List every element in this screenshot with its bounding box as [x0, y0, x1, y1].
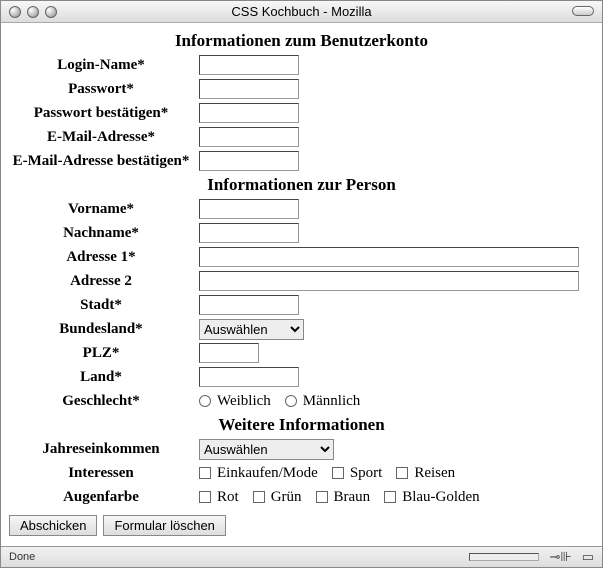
password-input[interactable]: [199, 79, 299, 99]
section-person: Informationen zur Person: [9, 175, 594, 195]
income-select[interactable]: Auswählen: [199, 439, 334, 460]
eye-red-checkbox[interactable]: [199, 491, 211, 503]
label-country: Land*: [9, 369, 199, 386]
status-bar: Done ⊸⊪ ▭: [1, 547, 602, 567]
section-other: Weitere Informationen: [9, 415, 594, 435]
label-eyecolor: Augenfarbe: [9, 489, 199, 506]
status-text: Done: [9, 551, 35, 563]
interest-shopping-label: Einkaufen/Mode: [217, 465, 318, 482]
gender-male-radio[interactable]: [285, 395, 297, 407]
label-password: Passwort*: [9, 81, 199, 98]
interest-sport-label: Sport: [350, 465, 383, 482]
interest-shopping-checkbox[interactable]: [199, 467, 211, 479]
window-title: CSS Kochbuch - Mozilla: [1, 4, 602, 19]
minimize-icon[interactable]: [27, 6, 39, 18]
label-income: Jahreseinkommen: [9, 441, 199, 458]
toolbar-toggle-icon[interactable]: [572, 6, 594, 16]
label-email: E-Mail-Adresse*: [9, 129, 199, 146]
window-controls: [1, 6, 57, 18]
city-input[interactable]: [199, 295, 299, 315]
eye-green-label: Grün: [271, 489, 302, 506]
section-account: Informationen zum Benutzerkonto: [9, 31, 594, 51]
eye-brown-checkbox[interactable]: [316, 491, 328, 503]
reset-button[interactable]: Formular löschen: [103, 515, 225, 536]
offline-icon[interactable]: ▭: [582, 549, 594, 565]
eye-blue-label: Blau-Golden: [402, 489, 479, 506]
login-input[interactable]: [199, 55, 299, 75]
label-firstname: Vorname*: [9, 201, 199, 218]
gender-female-label: Weiblich: [217, 393, 271, 410]
button-bar: Abschicken Formular löschen: [9, 515, 594, 536]
label-gender: Geschlecht*: [9, 393, 199, 410]
interest-sport-checkbox[interactable]: [332, 467, 344, 479]
label-city: Stadt*: [9, 297, 199, 314]
close-icon[interactable]: [9, 6, 21, 18]
label-password-confirm: Passwort bestätigen*: [9, 105, 199, 122]
label-interests: Interessen: [9, 465, 199, 482]
email-confirm-input[interactable]: [199, 151, 299, 171]
label-address1: Adresse 1*: [9, 249, 199, 266]
label-email-confirm: E-Mail-Adresse bestätigen*: [9, 153, 199, 170]
label-state: Bundesland*: [9, 321, 199, 338]
gender-male-label: Männlich: [303, 393, 361, 410]
eye-brown-label: Braun: [334, 489, 371, 506]
submit-button[interactable]: Abschicken: [9, 515, 97, 536]
state-select[interactable]: Auswählen: [199, 319, 304, 340]
page-content: Informationen zum Benutzerkonto Login-Na…: [1, 23, 602, 547]
firstname-input[interactable]: [199, 199, 299, 219]
address2-input[interactable]: [199, 271, 579, 291]
email-input[interactable]: [199, 127, 299, 147]
label-login: Login-Name*: [9, 57, 199, 74]
label-address2: Adresse 2: [9, 273, 199, 290]
address1-input[interactable]: [199, 247, 579, 267]
password-confirm-input[interactable]: [199, 103, 299, 123]
titlebar: CSS Kochbuch - Mozilla: [1, 1, 602, 23]
country-input[interactable]: [199, 367, 299, 387]
zoom-icon[interactable]: [45, 6, 57, 18]
eye-red-label: Rot: [217, 489, 239, 506]
gender-female-radio[interactable]: [199, 395, 211, 407]
interest-travel-checkbox[interactable]: [396, 467, 408, 479]
lastname-input[interactable]: [199, 223, 299, 243]
interest-travel-label: Reisen: [414, 465, 455, 482]
browser-window: CSS Kochbuch - Mozilla Informationen zum…: [0, 0, 603, 568]
eye-blue-checkbox[interactable]: [384, 491, 396, 503]
eye-green-checkbox[interactable]: [253, 491, 265, 503]
zip-input[interactable]: [199, 343, 259, 363]
progress-indicator: [469, 553, 539, 561]
security-icon[interactable]: ⊸⊪: [549, 549, 571, 565]
label-lastname: Nachname*: [9, 225, 199, 242]
label-zip: PLZ*: [9, 345, 199, 362]
